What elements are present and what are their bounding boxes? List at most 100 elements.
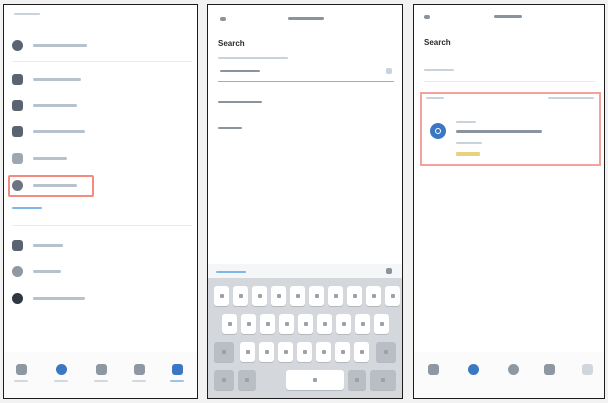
- keyboard-key[interactable]: [374, 314, 389, 334]
- keyboard-key[interactable]: [366, 286, 381, 306]
- key-glyph: [227, 322, 232, 326]
- search-input-underline[interactable]: [424, 81, 596, 82]
- key-glyph: [341, 322, 346, 326]
- keyboard-key[interactable]: [222, 314, 237, 334]
- home-tab-icon[interactable]: [16, 364, 27, 375]
- menu-item-devices[interactable]: [12, 97, 192, 113]
- result-title: [456, 130, 542, 133]
- menu-item-about[interactable]: [12, 290, 192, 306]
- keyboard-key[interactable]: [241, 314, 256, 334]
- history-icon: [12, 73, 23, 85]
- find-device-icon: [12, 179, 23, 191]
- result-path: [456, 142, 482, 144]
- numbers-key[interactable]: [214, 370, 234, 390]
- keyboard-key[interactable]: [279, 314, 294, 334]
- me-tab-icon[interactable]: [172, 364, 183, 375]
- menu-item-history[interactable]: [12, 71, 192, 87]
- keyboard-key[interactable]: [317, 314, 332, 334]
- discover-tab-icon[interactable]: [56, 364, 67, 375]
- tab-label: [94, 380, 108, 382]
- home-tab-icon[interactable]: [428, 364, 439, 375]
- keyboard-key[interactable]: [298, 314, 313, 334]
- space-key[interactable]: [286, 370, 344, 390]
- divider: [12, 225, 192, 226]
- key-glyph: [340, 350, 345, 354]
- result-category: [426, 97, 444, 99]
- menu-item-label: [33, 156, 67, 160]
- keyboard-key[interactable]: [240, 342, 255, 362]
- result-more-link[interactable]: [548, 97, 594, 99]
- keyboard-key[interactable]: [355, 314, 370, 334]
- key-glyph: [264, 350, 269, 354]
- menu-item-label: [33, 43, 87, 47]
- keyboard-key[interactable]: [316, 342, 331, 362]
- section-link[interactable]: [12, 207, 42, 209]
- keyboard-key[interactable]: [328, 286, 343, 306]
- menu-item-notifications[interactable]: [12, 263, 192, 279]
- keyboard-key[interactable]: [347, 286, 362, 306]
- enter-key[interactable]: [370, 370, 396, 390]
- search-suggestion[interactable]: [218, 127, 242, 129]
- key-glyph: [222, 350, 226, 354]
- key-glyph: [313, 378, 317, 382]
- smart-tab-icon[interactable]: [544, 364, 555, 375]
- suggestion-icon[interactable]: [386, 268, 392, 274]
- keyboard-key[interactable]: [260, 314, 275, 334]
- keyboard-key[interactable]: [335, 342, 350, 362]
- key-glyph: [352, 294, 357, 298]
- key-glyph: [314, 294, 319, 298]
- key-glyph: [219, 294, 224, 298]
- menu-item-account[interactable]: [12, 37, 192, 53]
- devices-tab-icon[interactable]: [96, 364, 107, 375]
- keyboard-key[interactable]: [297, 342, 312, 362]
- key-glyph: [245, 350, 250, 354]
- devices-icon: [12, 99, 23, 111]
- keyboard-key[interactable]: [385, 286, 400, 306]
- keyboard-key[interactable]: [252, 286, 267, 306]
- menu-item-settings[interactable]: [12, 237, 192, 253]
- key-glyph: [295, 294, 300, 298]
- me-tab-icon[interactable]: [582, 364, 593, 375]
- menu-item-label: [33, 103, 77, 107]
- keyboard-key[interactable]: [233, 286, 248, 306]
- backspace-key[interactable]: [376, 342, 396, 362]
- menu-item-display[interactable]: [12, 150, 192, 166]
- menu-item-label: [33, 296, 85, 300]
- search-query-text: [424, 69, 454, 71]
- result-tag: [456, 152, 480, 156]
- shift-key[interactable]: [214, 342, 234, 362]
- tab-label: [54, 380, 68, 382]
- search-suggestion[interactable]: [218, 101, 262, 103]
- search-hint: [218, 57, 288, 59]
- key-glyph: [333, 294, 338, 298]
- key-glyph: [390, 294, 395, 298]
- smart-tab-icon[interactable]: [134, 364, 145, 375]
- clear-icon[interactable]: [386, 68, 392, 74]
- tab-label: [14, 380, 28, 382]
- search-input-underline[interactable]: [218, 81, 394, 82]
- keyboard-key[interactable]: [290, 286, 305, 306]
- emoji-key[interactable]: [238, 370, 256, 390]
- menu-item-find-device[interactable]: [12, 177, 192, 193]
- keyboard-key[interactable]: [214, 286, 229, 306]
- discover-tab-icon[interactable]: [468, 364, 479, 375]
- devices-tab-icon[interactable]: [508, 364, 519, 375]
- key-glyph: [321, 350, 326, 354]
- keyboard-key[interactable]: [278, 342, 293, 362]
- keyboard-key[interactable]: [271, 286, 286, 306]
- keyboard-key[interactable]: [309, 286, 324, 306]
- keyboard-key[interactable]: [354, 342, 369, 362]
- keyboard-key[interactable]: [336, 314, 351, 334]
- menu-item-label: [33, 243, 63, 247]
- suggestion-word[interactable]: [216, 271, 246, 273]
- page-title: Search: [218, 39, 245, 48]
- back-icon[interactable]: [424, 15, 430, 19]
- status-bar-time: [14, 13, 40, 15]
- menu-item-security[interactable]: [12, 123, 192, 139]
- notifications-icon: [12, 265, 23, 277]
- search-result-card[interactable]: [420, 92, 601, 166]
- back-icon[interactable]: [220, 17, 226, 21]
- period-key[interactable]: [348, 370, 366, 390]
- keyboard-key[interactable]: [259, 342, 274, 362]
- header-title: [494, 15, 522, 18]
